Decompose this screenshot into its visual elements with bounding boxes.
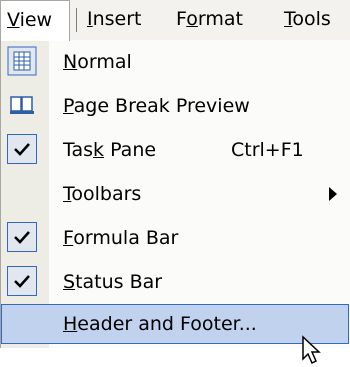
menu-bar: View Insert Format Tools [0, 0, 350, 41]
menu-item-label: Status Bar [63, 271, 163, 293]
menu-format-label: Format [176, 8, 243, 30]
menu-tools-label: Tools [284, 8, 331, 30]
menu-item-task-pane[interactable]: Task Pane Ctrl+F1 [1, 128, 350, 172]
menu-format[interactable]: Format [176, 0, 243, 40]
menu-view[interactable]: View [0, 0, 70, 41]
submenu-arrow-icon [329, 187, 337, 201]
menu-item-label: Formula Bar [63, 227, 179, 249]
menu-item-label: Page Break Preview [63, 95, 250, 117]
menu-item-status-bar[interactable]: Status Bar [1, 260, 350, 304]
menu-view-label: View [7, 9, 53, 31]
menu-item-toolbars[interactable]: Toolbars [1, 172, 350, 216]
mouse-pointer-icon [302, 335, 321, 365]
check-icon [7, 266, 37, 296]
menu-tools[interactable]: Tools [284, 0, 331, 40]
menu-separator [76, 8, 77, 32]
menu-item-header-and-footer[interactable]: Header and Footer... [1, 302, 350, 346]
normal-view-icon [7, 46, 37, 76]
check-icon [7, 134, 37, 164]
menu-item-normal[interactable]: Normal [1, 40, 350, 84]
page-break-preview-icon [7, 90, 37, 120]
view-dropdown-menu: Normal Page Break Preview Task Pane Ctrl… [0, 40, 350, 365]
menu-item-label: Header and Footer... [63, 313, 257, 335]
menu-item-page-break-preview[interactable]: Page Break Preview [1, 84, 350, 128]
menu-item-label: Task Pane [63, 139, 157, 161]
menu-insert[interactable]: Insert [87, 0, 142, 40]
menu-item-label: Toolbars [63, 183, 142, 205]
menu-item-formula-bar[interactable]: Formula Bar [1, 216, 350, 260]
menu-item-label: Normal [63, 51, 132, 73]
menu-item-shortcut: Ctrl+F1 [231, 139, 304, 161]
check-icon [7, 222, 37, 252]
menu-insert-label: Insert [87, 8, 142, 30]
